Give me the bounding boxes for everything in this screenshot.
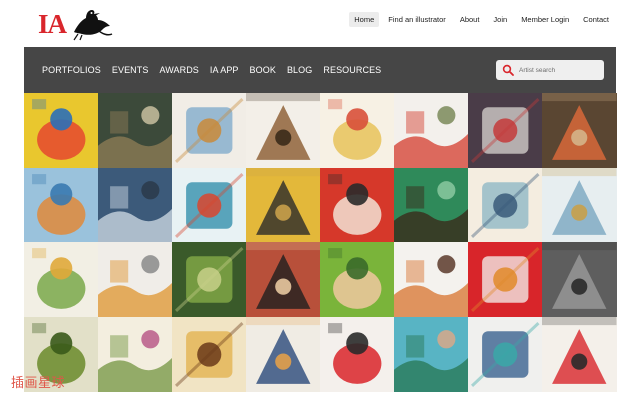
portfolio-thumbnail[interactable]	[542, 93, 617, 168]
thumbnail-artwork	[328, 322, 382, 384]
portfolio-thumbnail[interactable]	[24, 242, 99, 317]
thumbnail-artwork	[32, 248, 86, 309]
thumbnail-artwork	[328, 173, 382, 235]
thumbnail-artwork	[98, 255, 173, 317]
thumbnail-artwork	[174, 97, 244, 164]
thumbnail-artwork	[394, 106, 469, 168]
artist-search-input[interactable]	[519, 66, 599, 74]
portfolio-thumbnail[interactable]	[320, 167, 395, 243]
thumbnail-artwork	[98, 106, 173, 168]
portfolio-thumbnail[interactable]	[98, 242, 173, 317]
search-icon	[502, 64, 514, 76]
portfolio-gallery	[24, 93, 617, 392]
nav-contact[interactable]: Contact	[578, 12, 614, 27]
portfolio-thumbnail[interactable]	[172, 242, 247, 317]
portfolio-thumbnail[interactable]	[394, 242, 469, 317]
thumbnail-artwork	[246, 316, 321, 384]
thumbnail-artwork	[470, 246, 540, 313]
portfolio-thumbnail[interactable]	[246, 167, 321, 243]
thumbnail-artwork	[542, 316, 617, 384]
thumbnail-artwork	[394, 329, 469, 392]
thumbnail-artwork	[470, 321, 540, 387]
portfolio-thumbnail[interactable]	[394, 316, 469, 392]
thumbnail-artwork	[470, 172, 540, 238]
portfolio-thumbnail[interactable]	[468, 316, 543, 392]
thumbnail-artwork	[542, 167, 617, 235]
portfolio-thumbnail[interactable]	[24, 167, 99, 243]
thumbnail-artwork	[470, 97, 540, 164]
thumbnail-artwork	[174, 321, 244, 387]
artist-search-box[interactable]	[496, 60, 604, 80]
nav-about[interactable]: About	[455, 12, 485, 27]
nav-join[interactable]: Join	[488, 12, 512, 27]
portfolio-thumbnail[interactable]	[468, 93, 543, 168]
nav-member-login[interactable]: Member Login	[516, 12, 574, 27]
thumbnail-artwork	[542, 93, 617, 160]
watermark: 插画星球	[11, 376, 66, 391]
portfolio-thumbnail[interactable]	[98, 316, 173, 392]
thumbnail-artwork	[542, 242, 617, 309]
menu-ia-app[interactable]: IA APP	[210, 65, 239, 75]
menu-book[interactable]: BOOK	[250, 65, 276, 75]
menu-resources[interactable]: RESOURCES	[323, 65, 381, 75]
portfolio-thumbnail[interactable]	[246, 242, 321, 317]
thumbnail-artwork	[174, 246, 244, 313]
portfolio-thumbnail[interactable]	[24, 93, 99, 168]
menu-awards[interactable]: AWARDS	[159, 65, 198, 75]
thumbnail-artwork	[394, 180, 469, 243]
menu-events[interactable]: EVENTS	[112, 65, 149, 75]
portfolio-thumbnail[interactable]	[172, 93, 247, 168]
portfolio-thumbnail[interactable]	[320, 242, 395, 317]
portfolio-thumbnail[interactable]	[468, 242, 543, 317]
portfolio-thumbnail[interactable]	[98, 167, 173, 243]
thumbnail-artwork	[32, 99, 86, 160]
nav-find-illustrator[interactable]: Find an illustrator	[383, 12, 451, 27]
thumbnail-artwork	[246, 93, 321, 160]
logo-text: IA	[38, 8, 67, 39]
thumbnail-artwork	[98, 329, 173, 392]
main-menu-bar: PORTFOLIOS EVENTS AWARDS IA APP BOOK BLO…	[24, 47, 616, 93]
portfolio-thumbnail[interactable]	[172, 316, 247, 392]
thumbnail-artwork	[32, 173, 86, 235]
portfolio-thumbnail[interactable]	[172, 167, 247, 243]
thumbnail-artwork	[328, 99, 382, 160]
main-menu: PORTFOLIOS EVENTS AWARDS IA APP BOOK BLO…	[42, 47, 381, 93]
thumbnail-artwork	[174, 172, 244, 238]
nav-home[interactable]: Home	[349, 12, 380, 27]
portfolio-thumbnail[interactable]	[394, 93, 469, 168]
portfolio-thumbnail[interactable]	[320, 93, 395, 168]
portfolio-thumbnail[interactable]	[542, 167, 617, 243]
portfolio-thumbnail[interactable]	[394, 167, 469, 243]
portfolio-thumbnail[interactable]	[542, 242, 617, 317]
thumbnail-artwork	[394, 255, 469, 317]
portfolio-thumbnail[interactable]	[98, 93, 173, 168]
portfolio-thumbnail[interactable]	[246, 93, 321, 168]
portfolio-thumbnail[interactable]	[246, 316, 321, 392]
menu-portfolios[interactable]: PORTFOLIOS	[42, 65, 101, 75]
portfolio-thumbnail[interactable]	[542, 316, 617, 392]
thumbnail-artwork	[246, 167, 321, 235]
thumbnail-artwork	[328, 248, 382, 309]
menu-blog[interactable]: BLOG	[287, 65, 312, 75]
top-nav: Home Find an illustrator About Join Memb…	[349, 12, 614, 27]
portfolio-thumbnail[interactable]	[320, 316, 395, 392]
portfolio-thumbnail[interactable]	[468, 167, 543, 243]
bird-logo-icon	[73, 10, 113, 41]
site-logo[interactable]: IA	[38, 6, 130, 42]
thumbnail-artwork	[98, 180, 173, 243]
thumbnail-artwork	[246, 242, 321, 309]
